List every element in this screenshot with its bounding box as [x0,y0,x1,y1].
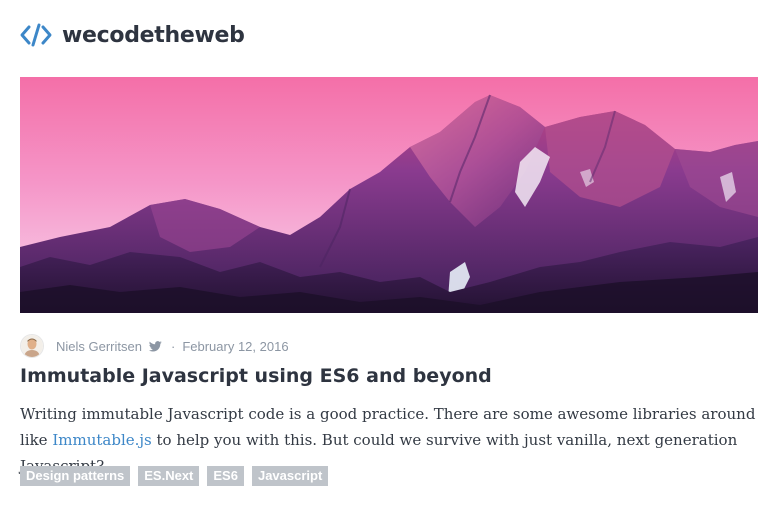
twitter-icon[interactable] [148,340,162,352]
post-meta: Niels Gerritsen · February 12, 2016 [20,333,289,359]
tag-design-patterns[interactable]: Design patterns [20,466,131,486]
tag-es-next[interactable]: ES.Next [138,466,200,486]
author-name-link[interactable]: Niels Gerritsen [56,339,142,354]
page: wecodetheweb Niels Gerritsen · February … [0,0,779,531]
site-name: wecodetheweb [62,22,245,48]
post-date: February 12, 2016 [182,338,289,354]
avatar-image [21,335,43,357]
author-avatar[interactable] [20,334,44,358]
meta-separator: · [170,338,176,354]
tag-es6[interactable]: ES6 [207,466,244,486]
immutable-js-link[interactable]: Immutable.js [52,431,151,449]
post-hero-image[interactable] [20,77,758,313]
post-tags: Design patterns ES.Next ES6 Javascript [20,466,329,486]
mountain-image [20,77,758,313]
tag-javascript[interactable]: Javascript [251,466,329,486]
code-brackets-icon [20,23,52,47]
post-title[interactable]: Immutable Javascript using ES6 and beyon… [20,365,492,387]
site-logo-link[interactable]: wecodetheweb [20,18,245,52]
